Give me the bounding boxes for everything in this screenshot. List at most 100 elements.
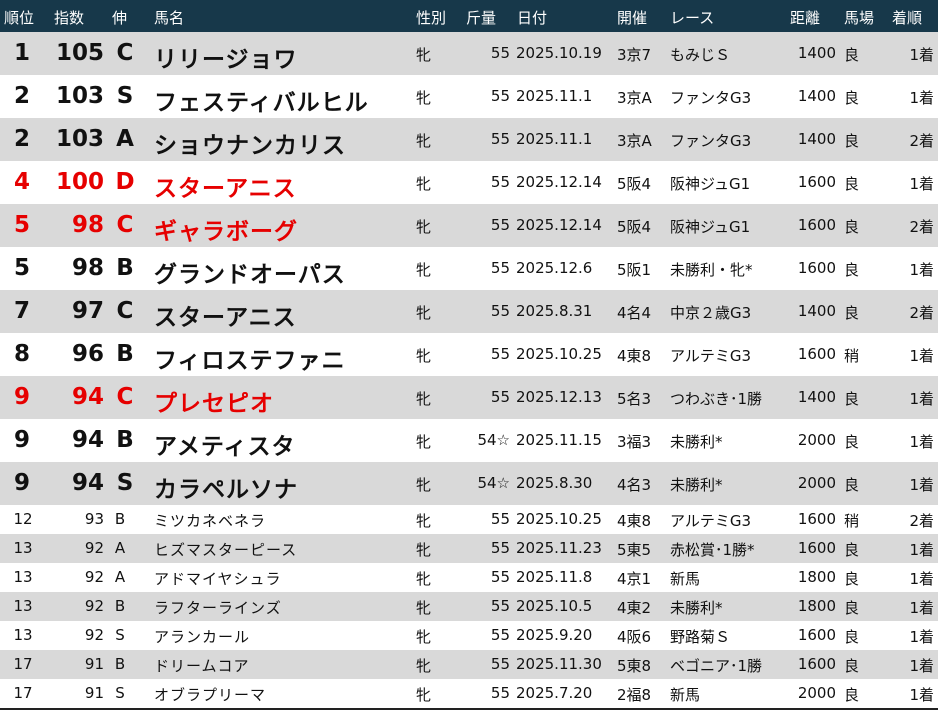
cell-baba: 良 xyxy=(844,686,860,704)
cell-date: 2025.10.25 xyxy=(516,510,602,528)
header-nobi: 伸 xyxy=(112,9,128,27)
cell-kaisai: 4東2 xyxy=(617,599,652,617)
cell-race: 赤松賞･1勝* xyxy=(670,541,755,559)
cell-horse-name: プレセピオ xyxy=(154,391,274,417)
header-weight: 斤量 xyxy=(466,9,497,27)
cell-finish: 2着 xyxy=(909,512,934,530)
cell-weight: 55 xyxy=(490,568,510,586)
header-name: 馬名 xyxy=(154,9,185,27)
cell-race: 未勝利* xyxy=(670,433,723,451)
cell-kaisai: 5阪4 xyxy=(617,218,652,236)
cell-rank: 4 xyxy=(13,169,30,195)
cell-distance: 1600 xyxy=(797,539,836,557)
cell-baba: 良 xyxy=(844,628,860,646)
table-body: 1 105 C リリージョワ牝 55 2025.10.19 3京7 もみじＳ 1400 良 1着 2 1… xyxy=(0,32,938,708)
cell-baba: 良 xyxy=(844,657,860,675)
cell-rank: 9 xyxy=(13,470,30,496)
table-row: 9 94 B アメティスタ 牝 54☆ 2025.11.15 3福3 未勝利* 2000 良 1着 xyxy=(0,419,938,462)
cell-race: ベゴニア･1勝 xyxy=(670,657,763,675)
cell-horse-name: ドリームコア xyxy=(154,657,250,675)
cell-horse-name: ラフターラインズ xyxy=(154,599,282,617)
cell-weight: 55 xyxy=(490,684,510,702)
cell-date: 2025.12.14 xyxy=(516,216,602,234)
cell-finish: 2着 xyxy=(909,132,934,150)
cell-sex: 牝 xyxy=(416,347,432,365)
table-row: 5 98 B グランドオーパス 牝 55 2025.12.6 5阪1 未勝利・牝* 1600 良 1着 xyxy=(0,247,938,290)
cell-horse-name: スターアニス xyxy=(154,305,297,331)
cell-finish: 1着 xyxy=(909,347,934,365)
cell-baba: 良 xyxy=(844,476,860,494)
cell-race: 中京２歳G3 xyxy=(670,304,752,322)
table-row: 13 92 B ラフターラインズ 牝 55 2025.10.5 4東2 未勝利* 1800 良 1着 xyxy=(0,592,938,621)
cell-rank: 1 xyxy=(13,40,30,66)
cell-sex: 牝 xyxy=(416,476,432,494)
cell-kaisai: 4東8 xyxy=(617,512,652,530)
cell-weight: 55 xyxy=(490,388,510,406)
cell-baba: 良 xyxy=(844,46,860,64)
cell-distance: 1600 xyxy=(797,345,836,363)
cell-date: 2025.12.14 xyxy=(516,173,602,191)
header-baba: 馬場 xyxy=(844,9,875,27)
cell-date: 2025.9.20 xyxy=(516,626,593,644)
cell-date: 2025.8.30 xyxy=(516,474,593,492)
cell-distance: 1600 xyxy=(797,655,836,673)
cell-finish: 1着 xyxy=(909,46,934,64)
cell-weight: 55 xyxy=(490,216,510,234)
cell-nobi: B xyxy=(114,655,126,673)
cell-distance: 1600 xyxy=(797,173,836,191)
cell-kaisai: 4京1 xyxy=(617,570,652,588)
cell-rank: 13 xyxy=(13,626,33,644)
cell-kaisai: 5阪1 xyxy=(617,261,652,279)
cell-nobi: B xyxy=(116,341,134,367)
cell-rank: 13 xyxy=(13,568,33,586)
cell-distance: 1400 xyxy=(797,388,836,406)
cell-kaisai: 2福8 xyxy=(617,686,652,704)
cell-date: 2025.10.19 xyxy=(516,44,602,62)
cell-baba: 良 xyxy=(844,570,860,588)
cell-finish: 1着 xyxy=(909,657,934,675)
cell-race: アルテミG3 xyxy=(670,512,752,530)
cell-sex: 牝 xyxy=(416,175,432,193)
cell-date: 2025.11.8 xyxy=(516,568,593,586)
cell-horse-name: リリージョワ xyxy=(154,47,298,73)
cell-sex: 牝 xyxy=(416,89,432,107)
cell-horse-name: オブラプリーマ xyxy=(154,686,267,704)
cell-baba: 良 xyxy=(844,390,860,408)
cell-race: 未勝利* xyxy=(670,476,723,494)
cell-nobi: C xyxy=(116,212,134,238)
cell-kaisai: 4名4 xyxy=(617,304,652,322)
cell-horse-name: アランカール xyxy=(154,628,251,646)
cell-finish: 1着 xyxy=(909,541,934,559)
cell-baba: 良 xyxy=(844,599,860,617)
cell-race: もみじＳ xyxy=(670,46,731,64)
cell-index: 94 xyxy=(71,427,104,453)
cell-index: 103 xyxy=(55,83,104,109)
cell-race: 阪神ジュG1 xyxy=(670,218,751,236)
cell-kaisai: 3福3 xyxy=(617,433,652,451)
cell-sex: 牝 xyxy=(416,599,432,617)
cell-race: 野路菊Ｓ xyxy=(670,628,731,646)
cell-distance: 1400 xyxy=(797,130,836,148)
cell-weight: 55 xyxy=(490,655,510,673)
cell-nobi: C xyxy=(116,384,134,410)
cell-rank: 13 xyxy=(13,597,33,615)
cell-index: 92 xyxy=(84,597,104,615)
cell-weight: 55 xyxy=(490,44,510,62)
table-row: 13 92 S アランカール 牝 55 2025.9.20 4阪6 野路菊Ｓ 1600 良 1着 xyxy=(0,621,938,650)
cell-finish: 1着 xyxy=(909,570,934,588)
cell-weight: 55 xyxy=(490,130,510,148)
table-row: 9 94 S カラペルソナ 牝 54☆ 2025.8.30 4名3 未勝利* 2000 良 1着 xyxy=(0,462,938,505)
cell-baba: 良 xyxy=(844,541,860,559)
cell-date: 2025.12.13 xyxy=(516,388,602,406)
cell-weight: 55 xyxy=(490,87,510,105)
cell-date: 2025.10.5 xyxy=(516,597,593,615)
cell-baba: 良 xyxy=(844,218,860,236)
cell-baba: 稍 xyxy=(844,347,860,365)
cell-kaisai: 4阪6 xyxy=(617,628,652,646)
cell-rank: 17 xyxy=(13,655,33,673)
cell-kaisai: 4名3 xyxy=(617,476,652,494)
cell-horse-name: カラペルソナ xyxy=(154,477,298,503)
cell-nobi: A xyxy=(114,568,126,586)
table-header: 順位 指数 伸 馬名 性別 斤量 日付 開催 レース 距離 馬場 着順 xyxy=(0,0,938,32)
cell-distance: 1600 xyxy=(797,626,836,644)
